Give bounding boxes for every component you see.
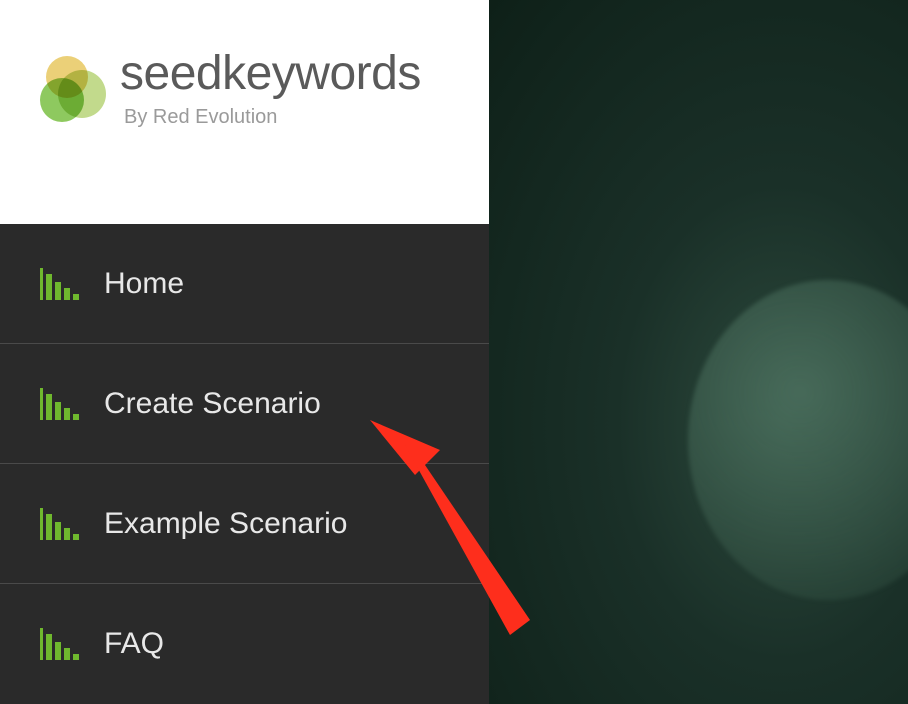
logo-wordmark: seedkeywords: [120, 50, 421, 98]
logo-area: seedkeywords By Red Evolution: [0, 0, 489, 224]
bar-chart-icon: [40, 388, 82, 420]
main-content: [489, 0, 908, 704]
nav-label-example-scenario: Example Scenario: [104, 507, 347, 541]
nav-label-create-scenario: Create Scenario: [104, 387, 321, 421]
nav-item-faq[interactable]: FAQ: [0, 584, 489, 704]
nav-item-home[interactable]: Home: [0, 224, 489, 344]
bar-chart-icon: [40, 268, 82, 300]
bar-chart-icon: [40, 628, 82, 660]
nav-item-create-scenario[interactable]: Create Scenario: [0, 344, 489, 464]
logo[interactable]: seedkeywords By Red Evolution: [40, 50, 449, 129]
bar-chart-icon: [40, 508, 82, 540]
logo-tagline: By Red Evolution: [124, 106, 421, 129]
nav-label-faq: FAQ: [104, 627, 164, 661]
logo-icon: [40, 56, 108, 124]
logo-text: seedkeywords By Red Evolution: [120, 50, 421, 129]
nav-label-home: Home: [104, 267, 184, 301]
nav: Home Create Scenario: [0, 224, 489, 704]
sidebar: seedkeywords By Red Evolution Home: [0, 0, 489, 704]
nav-item-example-scenario[interactable]: Example Scenario: [0, 464, 489, 584]
